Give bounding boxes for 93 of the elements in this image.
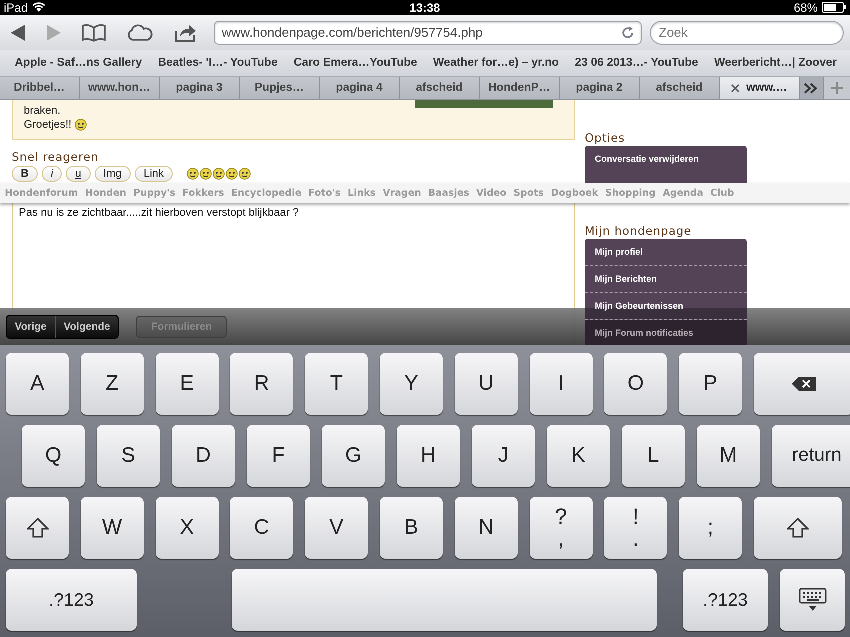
numbers-key[interactable]: .?123	[6, 569, 137, 631]
keyboard-key[interactable]: Y	[380, 353, 443, 415]
keyboard-key[interactable]: P	[679, 353, 742, 415]
back-icon[interactable]	[10, 24, 26, 42]
browser-tab[interactable]: Dribbel…	[0, 77, 80, 99]
smiley-icon[interactable]	[239, 168, 252, 180]
keyboard-hide-icon	[798, 588, 826, 612]
smiley-icon[interactable]	[200, 168, 212, 180]
smiley-icon[interactable]	[187, 168, 200, 180]
device-name: iPad	[4, 0, 28, 14]
share-icon[interactable]	[174, 22, 198, 42]
open-book-icon[interactable]	[82, 24, 106, 42]
browser-tab[interactable]: www.hon…	[80, 77, 160, 99]
wifi-icon	[32, 2, 46, 13]
keyboard-key[interactable]: V	[305, 497, 368, 559]
battery-percentage: 68%	[794, 0, 818, 14]
browser-tab[interactable]: HondenP…	[480, 77, 560, 99]
keyboard-key[interactable]: Z	[80, 353, 144, 415]
keyboard-key[interactable]: I	[530, 353, 593, 415]
format-button[interactable]: B	[12, 166, 38, 182]
keyboard-key[interactable]: ? ,	[530, 497, 593, 559]
battery-icon	[822, 2, 846, 13]
keyboard-key[interactable]: T	[305, 353, 368, 415]
keyboard-key[interactable]: B	[380, 497, 443, 559]
close-icon[interactable]	[731, 84, 740, 92]
section-title: Snel reageren	[12, 150, 100, 164]
search-field[interactable]: Zoek	[650, 20, 844, 44]
more-chevrons-icon[interactable]	[804, 82, 817, 94]
smiley-icon[interactable]	[213, 168, 226, 180]
shift-key[interactable]	[754, 497, 842, 559]
keyboard-key[interactable]: D	[172, 425, 235, 487]
form-button[interactable]: Volgende	[56, 316, 118, 338]
keyboard-key[interactable]: G	[322, 425, 385, 487]
format-button[interactable]: Img	[94, 166, 131, 182]
shift-arrow-icon	[786, 518, 809, 538]
keyboard-key[interactable]: O	[604, 353, 668, 415]
format-button[interactable]: Link	[134, 166, 174, 182]
message-text: Groetjes!!	[24, 119, 72, 131]
keyboard-key[interactable]: C	[230, 497, 294, 559]
bookmark-link[interactable]: Caro Emera…YouTube	[294, 57, 418, 69]
menu-item[interactable]: Conversatie verwijderen	[585, 146, 747, 173]
keyboard-key[interactable]: H	[397, 425, 460, 487]
menu-item[interactable]: Mijn profiel	[585, 239, 747, 266]
browser-tab[interactable]: pagina 2	[560, 77, 640, 99]
smiley-icon[interactable]	[226, 168, 238, 180]
browser-tab[interactable]: afscheid	[400, 77, 480, 99]
backspace-key[interactable]	[754, 353, 850, 415]
keyboard-key[interactable]: W	[80, 497, 144, 559]
bookmark-link[interactable]: Apple - Saf…ns Gallery	[15, 57, 142, 69]
keyboard-key[interactable]: R	[230, 353, 294, 415]
bookmark-link[interactable]: Beatles- 'I…- YouTube	[158, 57, 278, 69]
menu-item[interactable]: Mijn Forum notificaties	[585, 320, 747, 345]
section-title: Opties	[585, 131, 626, 145]
cloud-icon[interactable]	[126, 24, 154, 42]
browser-tab[interactable]: www.…	[720, 77, 800, 99]
hide-keyboard-key[interactable]	[780, 569, 845, 631]
shift-arrow-icon	[26, 518, 48, 538]
section-title: Mijn hondenpage	[585, 224, 693, 238]
return-key[interactable]: return	[772, 425, 850, 487]
message-text: braken.	[24, 105, 61, 117]
format-button[interactable]: u	[66, 166, 91, 182]
reload-icon[interactable]	[621, 26, 635, 40]
form-button[interactable]: Vorige	[7, 316, 56, 338]
address-field[interactable]: www.hondenpage.com/berichten/957754.php	[214, 20, 642, 44]
browser-tab[interactable]: afscheid	[640, 77, 720, 99]
numbers-key[interactable]: .?123	[683, 569, 768, 631]
keyboard-key[interactable]: ;	[679, 497, 742, 559]
bookmark-link[interactable]: Weather for…e) – yr.no	[433, 57, 560, 69]
keyboard-key[interactable]: X	[156, 497, 219, 559]
keyboard-key[interactable]: ! .	[604, 497, 668, 559]
keyboard-key[interactable]: E	[156, 353, 219, 415]
keyboard-key[interactable]: K	[547, 425, 610, 487]
keyboard-key[interactable]: U	[454, 353, 518, 415]
keyboard-key[interactable]: S	[97, 425, 160, 487]
bookmark-link[interactable]: Weerbericht…| Zoover	[714, 57, 837, 69]
format-button[interactable]: i	[42, 166, 62, 182]
keyboard-key[interactable]: L	[622, 425, 685, 487]
keyboard-key[interactable]: J	[472, 425, 535, 487]
keyboard-key[interactable]: Q	[22, 425, 85, 487]
backspace-icon	[790, 376, 817, 392]
reply-text: Pas nu is ze zichtbaar.....zit hierboven verstopt blijkbaar ?	[19, 207, 300, 219]
bookmark-link[interactable]: 23 06 2013…- YouTube	[575, 57, 698, 69]
keyboard-key[interactable]: N	[454, 497, 518, 559]
smiley-icon	[74, 119, 87, 131]
browser-tab[interactable]: pagina 3	[160, 77, 240, 99]
plus-icon	[831, 82, 843, 94]
browser-tab[interactable]: pagina 4	[320, 77, 400, 99]
keyboard-key[interactable]: M	[697, 425, 760, 487]
keyboard-key[interactable]: F	[247, 425, 310, 487]
clock-time: 13:38	[410, 0, 440, 14]
shift-key[interactable]	[6, 497, 69, 559]
keyboard-key[interactable]: A	[6, 353, 69, 415]
browser-tab[interactable]: Pupjes…	[240, 77, 320, 99]
